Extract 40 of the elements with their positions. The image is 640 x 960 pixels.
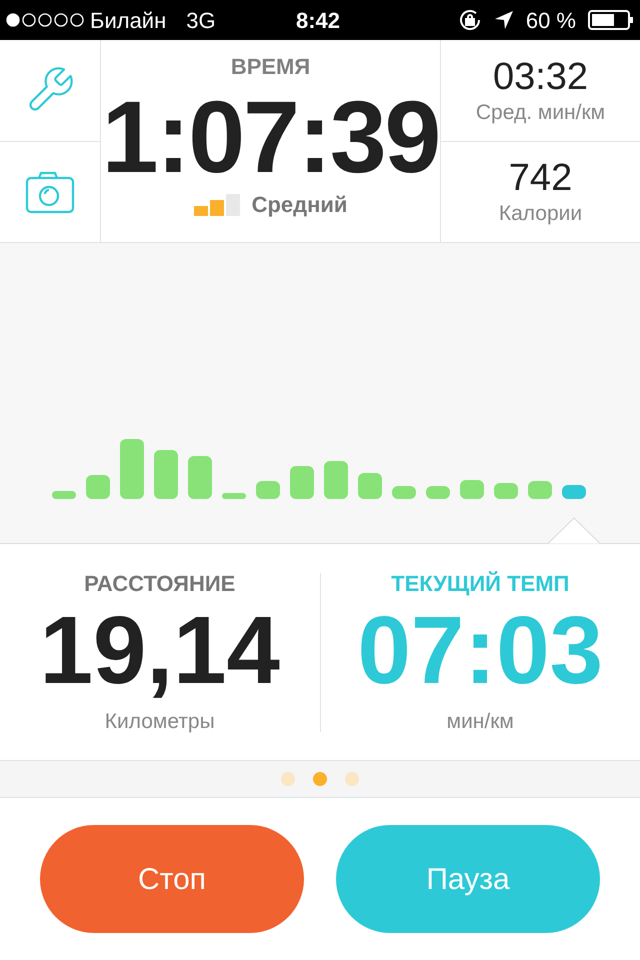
time-title: ВРЕМЯ (230, 56, 310, 78)
signal-icon (6, 13, 84, 27)
carrier-name: Билайн (90, 6, 166, 34)
network-type: 3G (186, 6, 216, 34)
metric-unit: Километры (104, 710, 215, 732)
pace-bar (290, 466, 314, 499)
metric-title: РАССТОЯНИЕ (84, 572, 236, 594)
pace-bar (120, 439, 144, 499)
pace-bar (528, 481, 552, 499)
stat-label: Калории (498, 203, 582, 224)
metric-unit: мин/км (446, 710, 514, 732)
battery-percent: 60 % (526, 6, 576, 34)
pace-bar (52, 491, 76, 499)
pace-bar (494, 483, 518, 499)
pace-bar (460, 480, 484, 499)
stop-button[interactable]: Стоп (40, 825, 304, 933)
pace-bar (154, 450, 178, 499)
battery-icon (588, 10, 634, 30)
pace-bar (222, 493, 246, 499)
pause-button[interactable]: Пауза (336, 825, 600, 933)
stat-value: 742 (508, 159, 572, 198)
camera-icon (25, 170, 75, 214)
pace-bar (86, 475, 110, 499)
pace-bar (188, 456, 212, 499)
stat-label: Сред. мин/км (476, 102, 606, 123)
location-arrow-icon (494, 10, 514, 30)
pace-bar (358, 473, 382, 499)
pace-bar (392, 486, 416, 499)
pace-bar (256, 481, 280, 499)
pace-bar (324, 461, 348, 499)
elapsed-time: 1:07:39 (102, 86, 440, 188)
rotation-lock-icon (458, 8, 482, 32)
pace-bar (426, 486, 450, 499)
metric-value: 19,14 (40, 602, 280, 698)
metric-value: 07:03 (357, 602, 604, 698)
stat-value: 03:32 (492, 58, 588, 96)
clock: 8:42 (296, 6, 340, 34)
metric-title: ТЕКУЩИЙ ТЕМП (391, 572, 570, 594)
intensity-label: Средний (252, 194, 348, 216)
current-pace-bar (562, 485, 586, 499)
